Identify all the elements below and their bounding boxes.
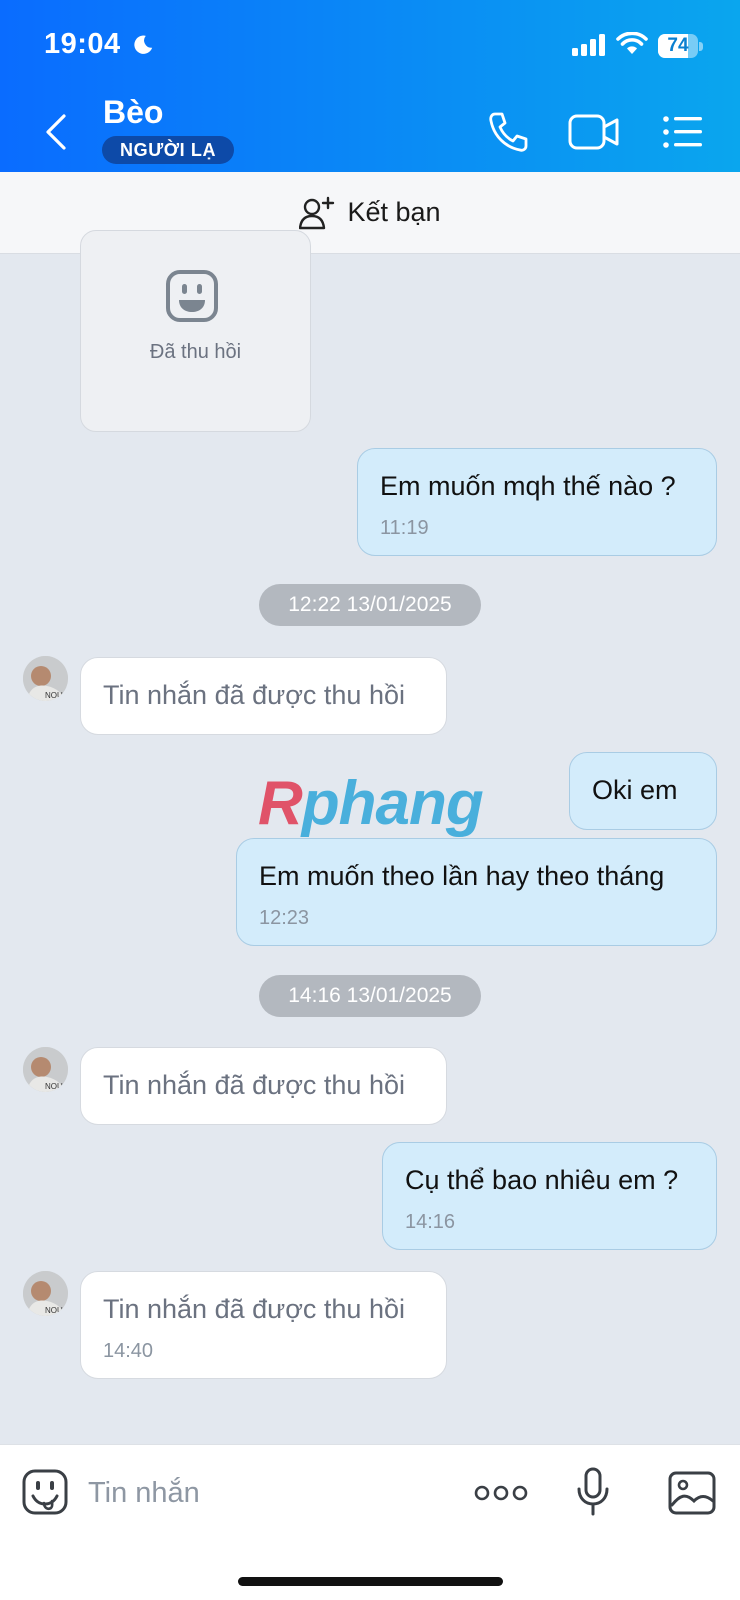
voice-record-button[interactable] — [576, 1467, 610, 1517]
cellular-signal-icon — [572, 34, 605, 56]
date-separator: 12:22 13/01/2025 — [259, 584, 481, 626]
sticker-face-icon — [22, 1469, 68, 1515]
message-text: Tin nhắn đã được thu hồi — [103, 680, 405, 710]
message-text: Cụ thể bao nhiêu em ? — [405, 1165, 679, 1195]
contact-avatar[interactable]: NOU — [23, 1047, 68, 1092]
outgoing-message[interactable]: Oki em — [569, 752, 717, 830]
home-indicator — [238, 1577, 503, 1586]
microphone-icon — [577, 1467, 609, 1516]
message-text: Oki em — [592, 775, 678, 805]
status-time: 19:04 — [44, 28, 121, 60]
more-options-button[interactable] — [474, 1481, 528, 1505]
message-text: Tin nhắn đã được thu hồi — [103, 1294, 405, 1324]
stranger-badge: NGƯỜI LẠ — [102, 136, 235, 164]
message-text: Em muốn mqh thế nào ? — [380, 471, 676, 501]
add-person-icon — [299, 196, 335, 229]
svg-text:NOU: NOU — [45, 691, 63, 700]
sticker-button[interactable] — [22, 1469, 68, 1515]
recalled-sticker-card: Đã thu hồi — [80, 230, 311, 432]
chat-options-button[interactable] — [662, 112, 704, 152]
list-menu-icon — [663, 116, 702, 148]
image-gallery-icon — [668, 1471, 716, 1515]
moon-icon — [134, 35, 153, 54]
contact-avatar[interactable]: NOU — [23, 656, 68, 701]
svg-text:NOU: NOU — [45, 1082, 63, 1091]
message-time: 11:19 — [380, 517, 429, 539]
send-image-button[interactable] — [668, 1471, 716, 1515]
recalled-card-label: Đã thu hồi — [149, 341, 242, 363]
message-time: 12:23 — [259, 907, 310, 929]
voice-call-button[interactable] — [486, 110, 530, 154]
message-input[interactable] — [88, 1473, 428, 1513]
contact-avatar[interactable]: NOU — [23, 1271, 68, 1316]
video-call-button[interactable] — [568, 112, 620, 152]
contact-name[interactable]: Bèo — [103, 94, 163, 131]
message-time: 14:40 — [103, 1340, 154, 1362]
message-text: Tin nhắn đã được thu hồi — [103, 1070, 405, 1100]
chevron-left-icon — [46, 114, 66, 150]
message-composer — [0, 1444, 740, 1600]
phone-icon — [489, 112, 528, 152]
outgoing-message[interactable]: Cụ thể bao nhiêu em ? 14:16 — [382, 1142, 717, 1250]
message-text: Em muốn theo lần hay theo tháng — [259, 861, 665, 891]
back-button[interactable] — [36, 108, 76, 156]
message-time: 14:16 — [405, 1211, 456, 1233]
add-friend-label: Kết bạn — [347, 197, 441, 227]
date-separator: 14:16 13/01/2025 — [259, 975, 481, 1017]
battery-indicator: 74 — [658, 34, 703, 58]
svg-text:NOU: NOU — [45, 1306, 63, 1315]
incoming-message[interactable]: Tin nhắn đã được thu hồi 14:40 — [80, 1271, 447, 1379]
video-camera-icon — [568, 114, 619, 150]
chat-header: 19:04 74 Bèo NGƯỜI LẠ — [0, 0, 740, 172]
battery-level: 74 — [667, 35, 689, 56]
outgoing-message[interactable]: Em muốn theo lần hay theo tháng 12:23 — [236, 838, 717, 946]
wifi-icon — [616, 32, 648, 54]
incoming-message[interactable]: Tin nhắn đã được thu hồi — [80, 657, 447, 735]
incoming-message[interactable]: Tin nhắn đã được thu hồi — [80, 1047, 447, 1125]
watermark-logo: Rphang — [258, 769, 484, 838]
smile-face-icon — [166, 270, 218, 322]
outgoing-message[interactable]: Em muốn mqh thế nào ? 11:19 — [357, 448, 717, 556]
more-dots-icon — [474, 1485, 528, 1501]
